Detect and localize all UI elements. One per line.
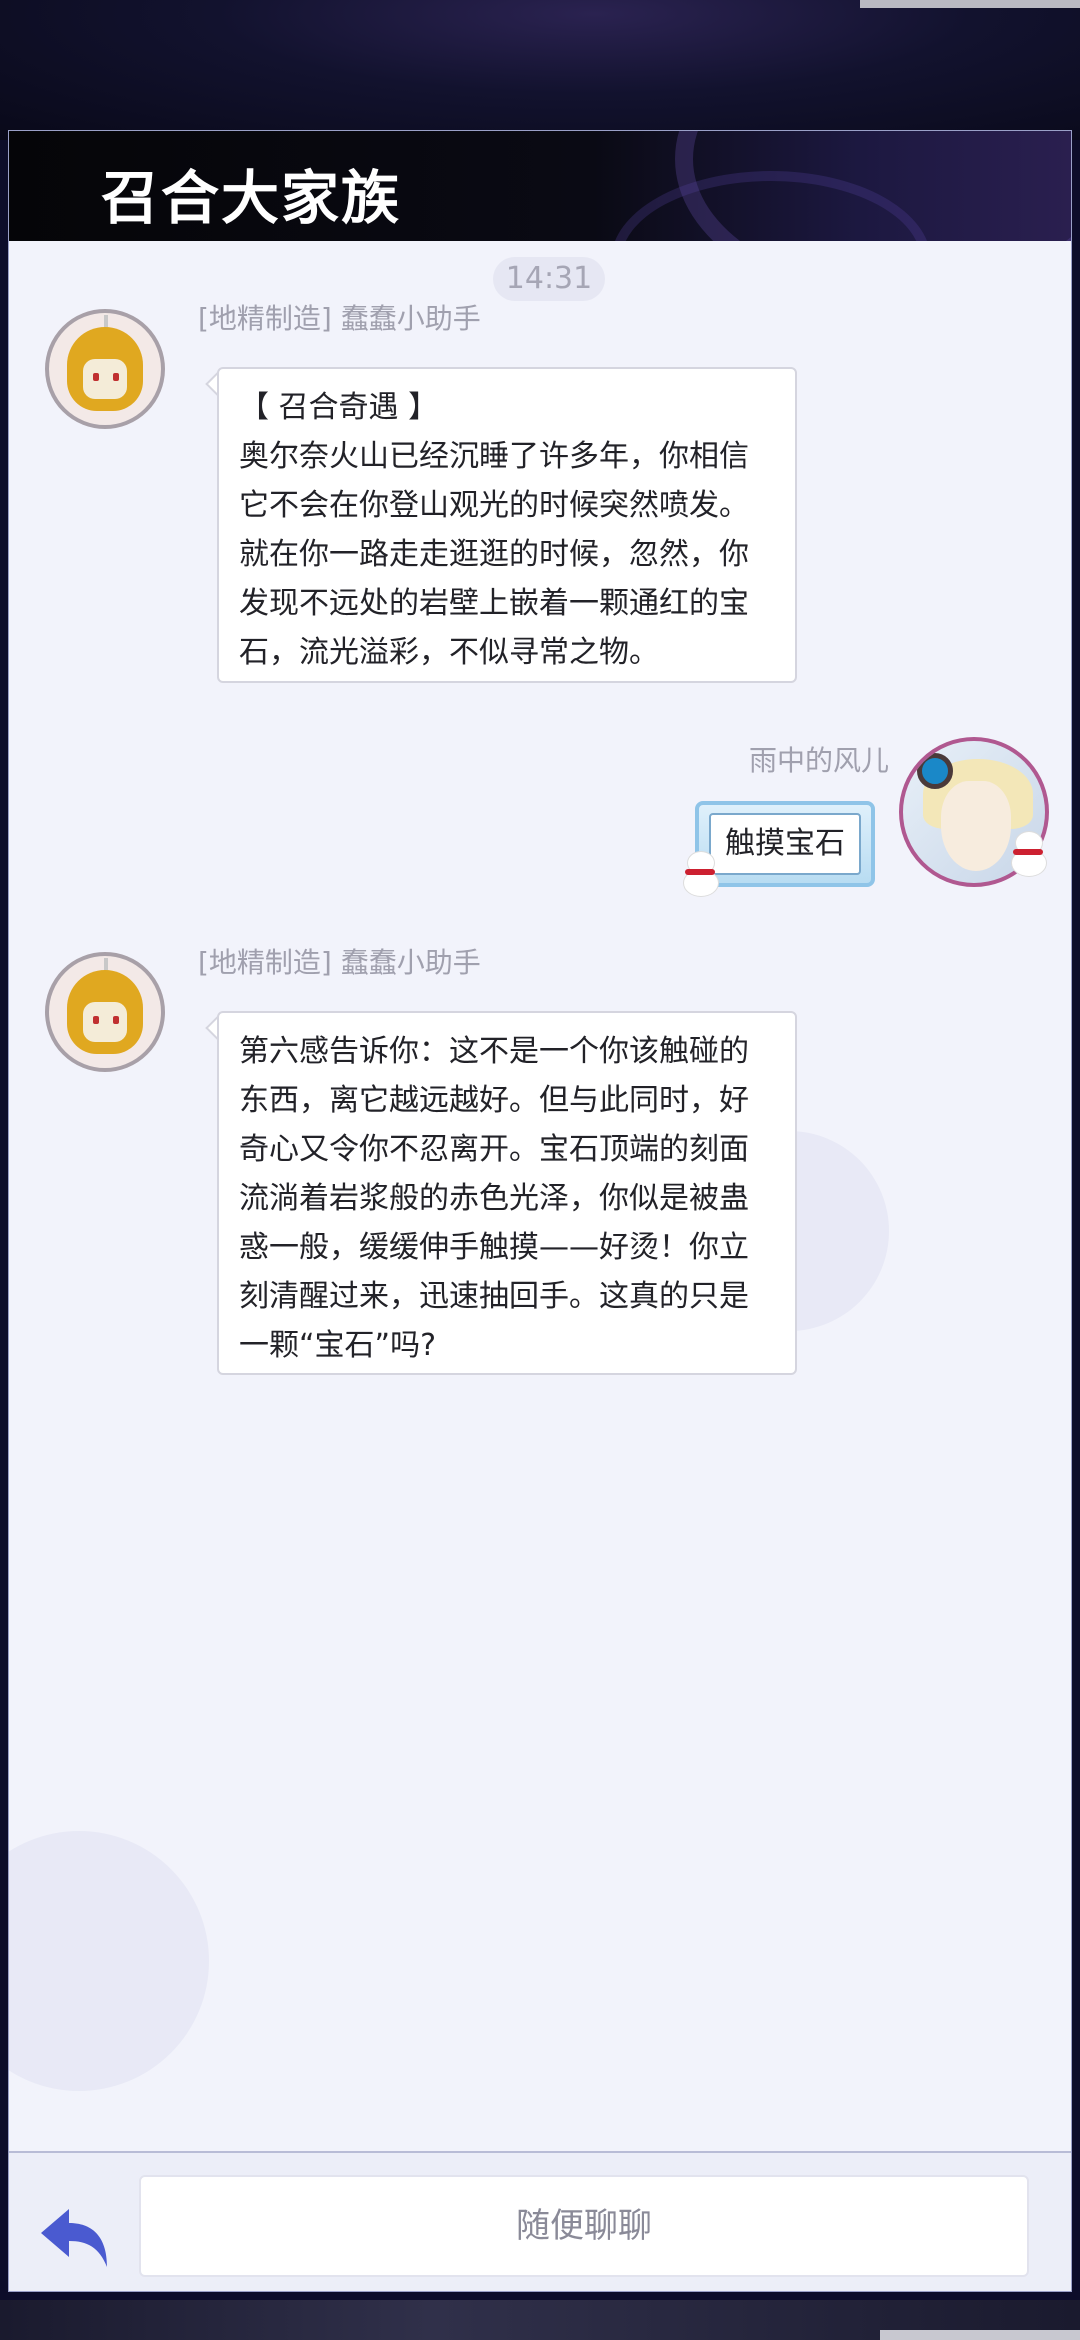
message-line: 刻清醒过来，迅速抽回手。这真的只是: [239, 1279, 749, 1314]
message-line: 就在你一路走走逛逛的时候，忽然，你: [239, 537, 749, 572]
sender-name: [地精制造] 蠢蠢小助手: [198, 302, 481, 335]
bot-face: [83, 1002, 127, 1042]
bot-face: [83, 359, 127, 399]
timestamp: 14:31: [493, 257, 605, 301]
message-bubble[interactable]: 第六感告诉你：这不是一个你该触碰的 东西，离它越远越好。但与此同时，好 奇心又令…: [217, 1011, 797, 1375]
panel-header: 召合大家族: [9, 131, 1071, 241]
snowman-decoration-icon: [681, 851, 719, 897]
snowman-decoration-icon: [1009, 831, 1047, 877]
message-line: 东西，离它越远越好。但与此同时，好: [239, 1083, 749, 1118]
goggle-icon: [917, 753, 953, 789]
background-bar: [860, 0, 1080, 8]
bot-avatar[interactable]: [45, 952, 165, 1072]
message-line: 一颗“宝石”吗?: [239, 1328, 437, 1363]
input-bar: [9, 2151, 1071, 2291]
chat-panel: 召合大家族 14:31 [地精制造] 蠢蠢小助手 【 召合奇遇 】 奥尔奈火山已…: [8, 130, 1072, 2292]
message-line: 惑一般，缓缓伸手触摸——好烫！你立: [239, 1230, 749, 1265]
page-title: 召合大家族: [101, 164, 402, 232]
message-line: 石，流光溢彩，不似寻常之物。: [239, 635, 659, 670]
bot-eye: [93, 373, 99, 381]
bot-eye: [113, 373, 119, 381]
chat-input[interactable]: [139, 2175, 1029, 2277]
message-bubble[interactable]: 【 召合奇遇 】 奥尔奈火山已经沉睡了许多年，你相信 它不会在你登山观光的时候突…: [217, 367, 797, 683]
user-message-text: 触摸宝石: [725, 826, 845, 861]
user-message-bubble[interactable]: 触摸宝石: [695, 801, 875, 887]
sender-name: [地精制造] 蠢蠢小助手: [198, 946, 481, 979]
message-line: 流淌着岩浆般的赤色光泽，你似是被蛊: [239, 1181, 749, 1216]
user-name: 雨中的风儿: [748, 744, 889, 777]
back-arrow-icon: [41, 2209, 107, 2267]
bot-eye: [93, 1016, 99, 1024]
message-line: 发现不远处的岩壁上嵌着一颗通红的宝: [239, 586, 749, 621]
background-bar: [880, 2330, 1080, 2340]
bot-eye: [113, 1016, 119, 1024]
bot-avatar[interactable]: [45, 309, 165, 429]
background-decoration: [9, 1831, 209, 2091]
message-line: 第六感告诉你：这不是一个你该触碰的: [239, 1034, 749, 1069]
message-line: 奥尔奈火山已经沉睡了许多年，你相信: [239, 439, 749, 474]
background-top: [0, 0, 1080, 140]
message-line: 奇心又令你不忍离开。宝石顶端的刻面: [239, 1132, 749, 1167]
user-face: [941, 781, 1011, 871]
message-line: 它不会在你登山观光的时候突然喷发。: [239, 488, 749, 523]
back-button[interactable]: [35, 2203, 115, 2273]
message-line: 【 召合奇遇 】: [239, 390, 439, 425]
